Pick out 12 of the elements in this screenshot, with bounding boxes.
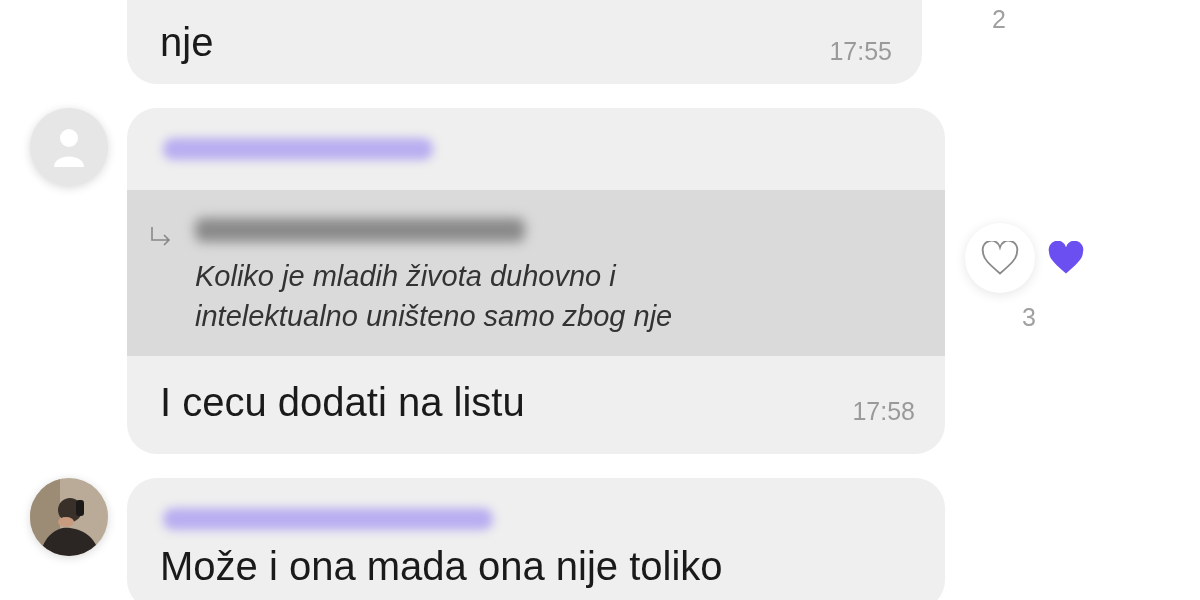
message-time: 17:55: [829, 37, 892, 66]
quoted-text: Koliko je mladih života duhovno i intelektualno uništeno samo zbog nje: [195, 259, 674, 334]
reply-arrow-icon: [149, 226, 173, 248]
reaction-count: 3: [1022, 303, 1036, 332]
message-text: I cecu dodati na listu: [160, 379, 525, 426]
person-icon: [52, 127, 86, 167]
reaction-count: 2: [992, 5, 1006, 34]
message-text: nje: [160, 19, 214, 66]
quoted-message[interactable]: Koliko je mladih života duhovno i intelektualno uništeno samo zbog nje: [127, 190, 945, 356]
message-time: 17:58: [852, 397, 915, 426]
message-text: Može i ona mada ona nije toliko: [160, 543, 723, 590]
heart-outline-icon: [981, 241, 1019, 275]
